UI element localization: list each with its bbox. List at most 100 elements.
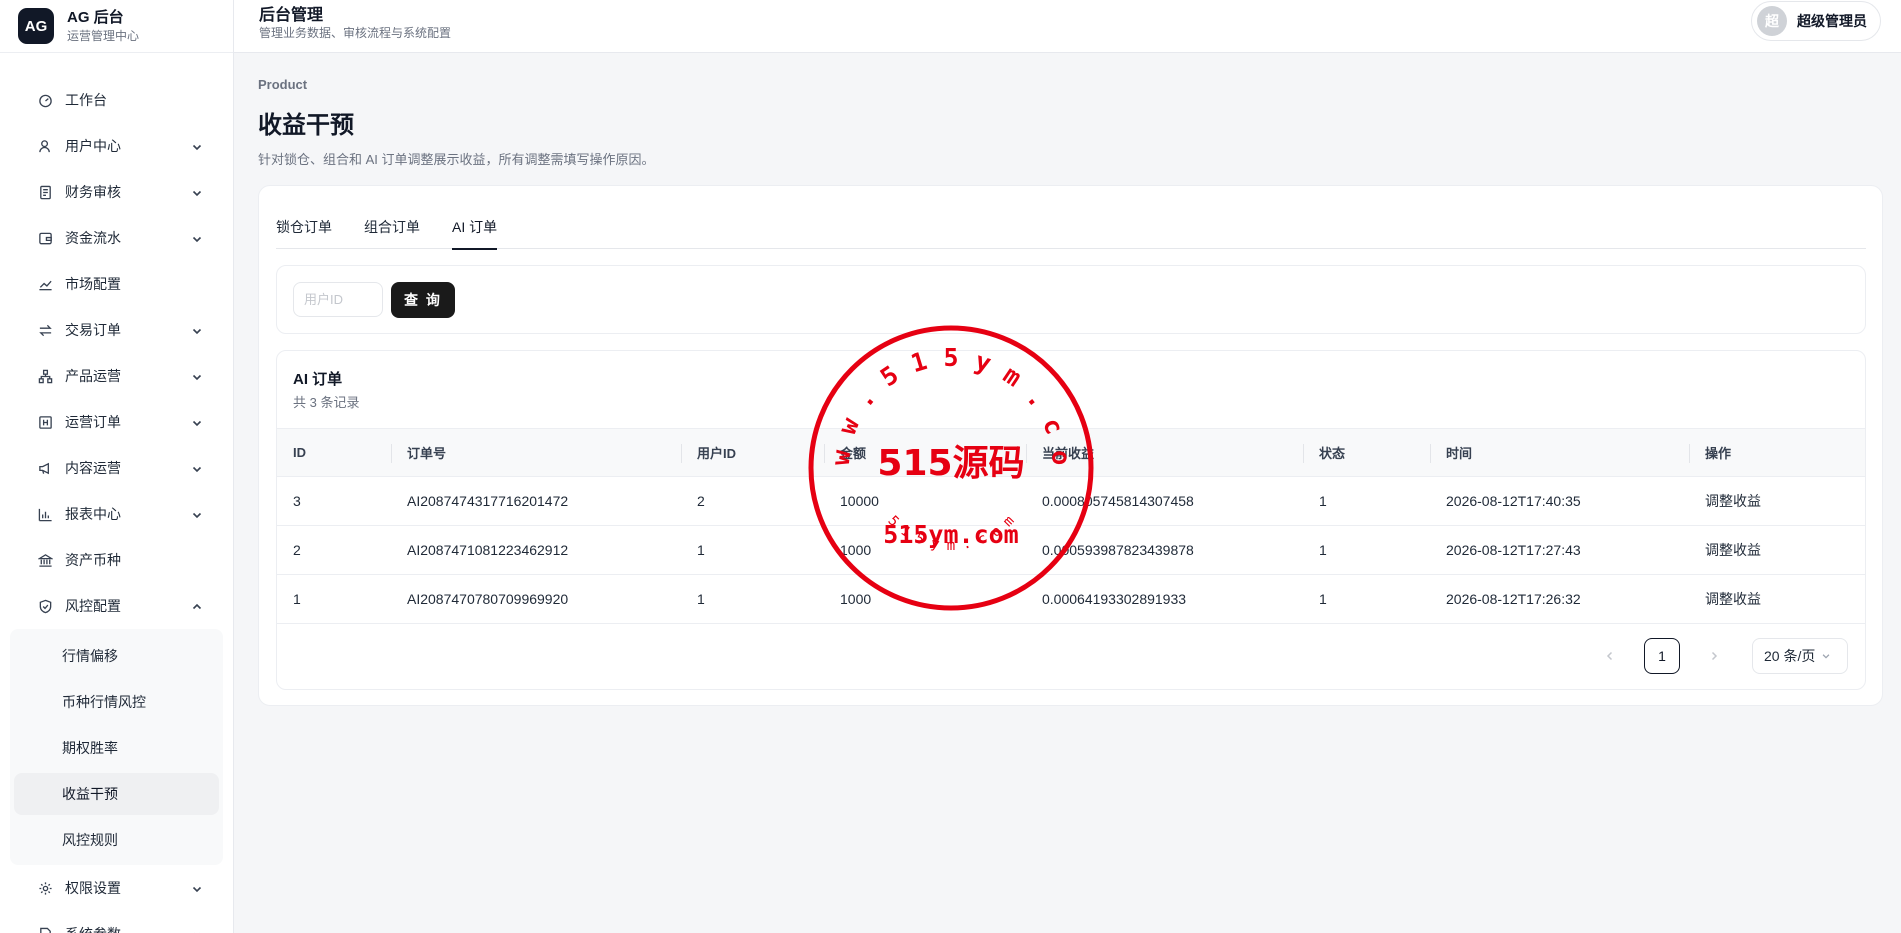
top-header: 后台管理 管理业务数据、审核流程与系统配置 超 超级管理员 [234,0,1901,53]
sidebar: AG AG 后台 运营管理中心 工作台 用户中心 财务审核 资金流水 市场配置 [0,0,234,933]
page-number-button[interactable]: 1 [1644,638,1680,674]
sidebar-item-user-center[interactable]: 用户中心 [0,123,233,169]
cell-time: 2026-08-12T17:40:35 [1446,493,1581,509]
tab-lock-orders[interactable]: 锁仓订单 [276,204,332,249]
chevron-down-icon [191,186,203,198]
cell-order-no: AI2087470780709969920 [407,591,569,607]
sidebar-item-reports[interactable]: 报表中心 [0,491,233,537]
column-header-user-id: 用户ID [681,429,824,476]
sidebar-item-trade-orders[interactable]: 交易订单 [0,307,233,353]
adjust-income-link[interactable]: 调整收益 [1705,542,1761,558]
brand-logo[interactable]: AG [18,8,54,44]
chevron-down-icon [191,882,203,894]
sidebar-item-label: 系统参数 [65,924,191,933]
sidebar-item-label: 财务审核 [65,184,121,200]
chevron-down-icon [191,140,203,152]
sidebar-item-label: 风控配置 [65,598,121,614]
column-header-current-income: 当前收益 [1026,429,1303,476]
adjust-income-link[interactable]: 调整收益 [1705,493,1761,509]
cell-order-no: AI2087471081223462912 [407,542,569,558]
sidebar-item-label: 市场配置 [65,276,121,292]
page-title: 收益干预 [258,112,354,139]
cell-status: 1 [1319,542,1327,558]
risk-config-submenu: 行情偏移 币种行情风控 期权胜率 收益干预 风控规则 [10,629,223,865]
page-description: 针对锁仓、组合和 AI 订单调整展示收益，所有调整需填写操作原因。 [258,152,655,167]
pagination: 1 20 条/页 [1592,637,1848,675]
chevron-up-icon [191,600,203,612]
record-count: 共 3 条记录 [293,395,360,410]
chevron-down-icon [191,928,203,933]
sidebar-item-label: 运营订单 [65,414,121,430]
sidebar-subitem-option-winrate[interactable]: 期权胜率 [14,727,219,769]
tab-combo-orders[interactable]: 组合订单 [364,204,420,249]
sidebar-item-dashboard[interactable]: 工作台 [0,77,233,123]
sidebar-item-fund-flow[interactable]: 资金流水 [0,215,233,261]
exchange-icon [38,323,53,338]
column-header-amount: 金额 [824,429,1026,476]
table-title: AI 订单 [293,371,343,388]
chevron-down-icon [191,232,203,244]
tab-ai-orders[interactable]: AI 订单 [452,204,498,250]
shield-icon [38,599,53,614]
user-menu[interactable]: 超 超级管理员 [1751,1,1881,41]
sidebar-item-product-ops[interactable]: 产品运营 [0,353,233,399]
sidebar-item-label: 资金流水 [65,230,121,246]
orders-table-card: AI 订单 共 3 条记录 ID 订单号 用户ID 金额 当前收益 状态 时间 … [276,350,1866,690]
dashboard-icon [38,93,53,108]
sidebar-item-ops-orders[interactable]: 运营订单 [0,399,233,445]
header-title: 后台管理 [259,7,324,24]
chevron-down-icon [191,508,203,520]
sidebar-item-finance-review[interactable]: 财务审核 [0,169,233,215]
column-header-time: 时间 [1430,429,1689,476]
user-name: 超级管理员 [1797,13,1867,29]
cell-status: 1 [1319,591,1327,607]
sidebar-item-label: 内容运营 [65,460,121,476]
brand: AG AG 后台 运营管理中心 [0,0,233,53]
sidebar-item-risk-config[interactable]: 风控配置 [0,583,233,629]
sidebar-item-label: 报表中心 [65,506,121,522]
cell-order-no: AI2087474317716201472 [407,493,569,509]
sidebar-item-label: 交易订单 [65,322,121,338]
table-row: 1 AI2087470780709969920 1 1000 0.0006419… [277,575,1865,624]
sidebar-item-asset-currency[interactable]: 资产币种 [0,537,233,583]
page-size-select[interactable]: 20 条/页 [1752,638,1848,674]
sidebar-subitem-market-offset[interactable]: 行情偏移 [14,635,219,677]
next-page-button[interactable] [1696,638,1732,674]
sidebar-subitem-risk-rules[interactable]: 风控规则 [14,819,219,861]
chevron-down-icon [191,370,203,382]
ledger-icon [38,415,53,430]
chevron-down-icon [1823,654,1830,659]
chevron-right-icon [1711,651,1718,661]
sidebar-item-content-ops[interactable]: 内容运营 [0,445,233,491]
table-header: ID 订单号 用户ID 金额 当前收益 状态 时间 操作 [277,428,1865,477]
sidebar-item-permissions[interactable]: 权限设置 [0,865,233,911]
bank-icon [38,553,53,568]
sidebar-item-label: 权限设置 [65,880,121,896]
prev-page-button[interactable] [1592,638,1628,674]
user-id-input[interactable] [293,282,383,317]
brand-subtitle: 运营管理中心 [67,28,140,43]
user-icon [38,139,53,154]
megaphone-icon [38,461,53,476]
chevron-down-icon [191,416,203,428]
query-button[interactable]: 查 询 [391,282,455,318]
sidebar-subitem-income-intervention[interactable]: 收益干预 [14,773,219,815]
cell-user-id: 1 [697,542,705,558]
sidebar-item-label: 工作台 [65,92,107,108]
cell-time: 2026-08-12T17:26:32 [1446,591,1581,607]
adjust-income-link[interactable]: 调整收益 [1705,591,1761,607]
sidebar-subitem-currency-risk[interactable]: 币种行情风控 [14,681,219,723]
cell-id: 1 [293,591,301,607]
sidebar-item-market-config[interactable]: 市场配置 [0,261,233,307]
filter-bar: 查 询 [276,265,1866,334]
document-icon [38,927,53,933]
bar-chart-icon [38,507,53,522]
page-size-value: 20 条/页 [1764,648,1816,664]
cell-status: 1 [1319,493,1327,509]
network-icon [38,369,53,384]
cell-current-income: 0.000593987823439878 [1042,542,1194,558]
sidebar-item-system-params[interactable]: 系统参数 [0,911,233,933]
orders-table: ID 订单号 用户ID 金额 当前收益 状态 时间 操作 3 AI2087474… [277,428,1865,624]
cell-user-id: 1 [697,591,705,607]
cell-current-income: 0.000805745814307458 [1042,493,1194,509]
